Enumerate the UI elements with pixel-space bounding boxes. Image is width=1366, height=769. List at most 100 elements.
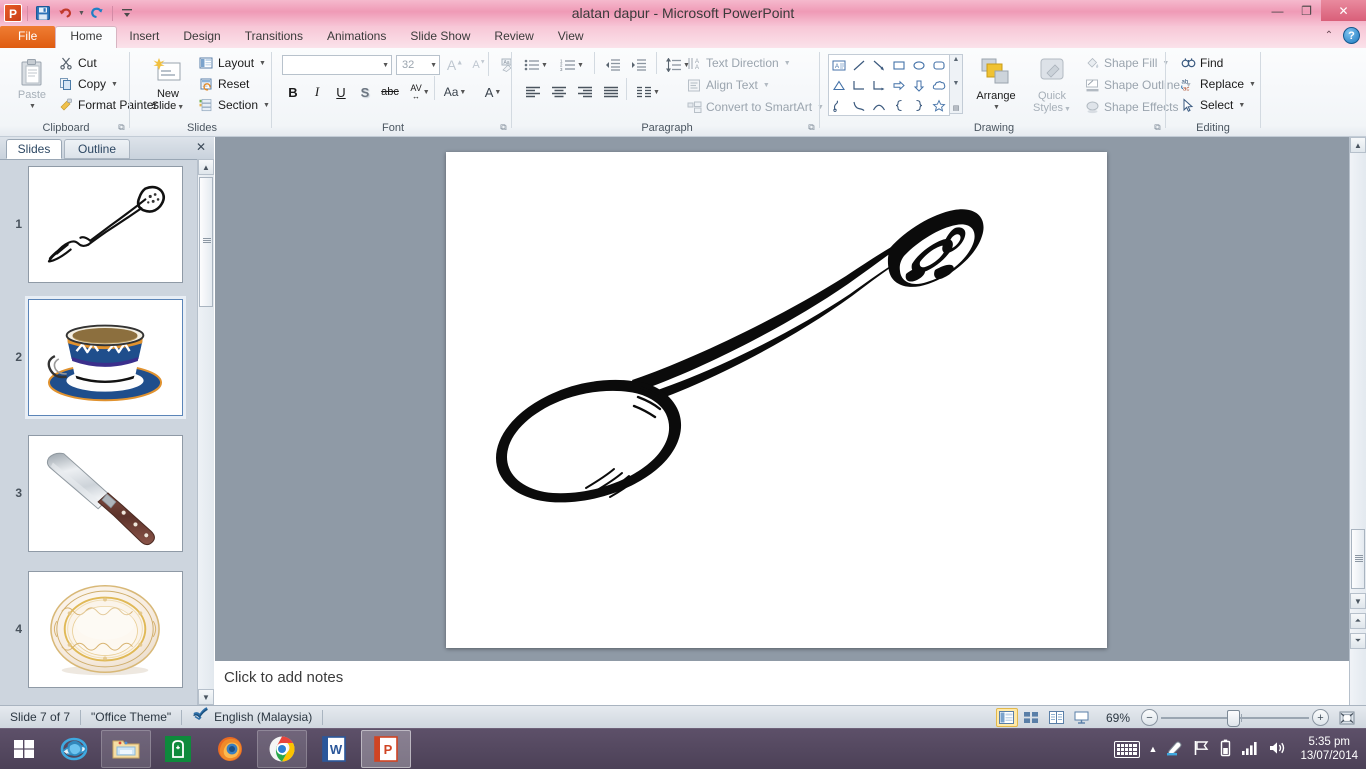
tab-slides[interactable]: Slides	[6, 139, 62, 159]
shape-arrow[interactable]	[869, 55, 889, 75]
slide-area-scrollbar[interactable]: ▲ ▼ ⏶ ⏷	[1349, 137, 1366, 705]
justify-button[interactable]	[600, 81, 622, 103]
shape-elbow-connector[interactable]	[849, 75, 869, 95]
character-spacing-button[interactable]: AV ↔ ▼	[405, 81, 435, 103]
tab-view[interactable]: View	[546, 26, 596, 48]
tab-file[interactable]: File	[0, 26, 56, 48]
save-icon[interactable]	[33, 4, 52, 23]
underline-button[interactable]: U	[330, 81, 352, 103]
change-case-button[interactable]: Aa ▼	[440, 81, 470, 103]
slide-thumbnail-4[interactable]: 4	[0, 561, 197, 697]
slide-thumbnail-image[interactable]	[25, 295, 186, 419]
thumb-scroll-down-button[interactable]: ▼	[198, 689, 214, 705]
select-button[interactable]: Select ▼	[1176, 96, 1249, 114]
undo-dropdown-caret[interactable]: ▼	[78, 10, 85, 17]
decrease-indent-button[interactable]	[602, 54, 624, 76]
shapes-grid[interactable]: A	[828, 54, 950, 116]
slides-pane-scrollbar[interactable]: ▲ ▼	[197, 159, 214, 705]
redo-icon[interactable]	[88, 4, 107, 23]
numbering-caret[interactable]: ▼	[577, 62, 584, 69]
font-size-caret[interactable]: ▼	[430, 62, 437, 69]
slide-thumbnail-list[interactable]: 1 2 3 4	[0, 159, 197, 705]
shape-curve[interactable]	[849, 95, 869, 115]
ink-icon[interactable]	[1166, 740, 1184, 759]
text-direction-caret[interactable]: ▼	[784, 60, 791, 67]
copy-button[interactable]: Copy ▼	[54, 75, 122, 93]
view-slide-show-button[interactable]	[1071, 708, 1093, 727]
zoom-level-label[interactable]: 69%	[1096, 711, 1138, 725]
arrange-caret[interactable]: ▼	[993, 102, 1000, 114]
flag-icon[interactable]	[1193, 740, 1210, 759]
section-button[interactable]: Section ▼	[194, 96, 274, 114]
align-center-button[interactable]	[548, 81, 570, 103]
taskbar-internet-explorer[interactable]	[49, 730, 99, 768]
increase-indent-button[interactable]	[628, 54, 650, 76]
new-slide-button[interactable]: New Slide▼	[142, 54, 194, 117]
gallery-expand-icon[interactable]: ▤	[953, 104, 960, 112]
strikethrough-button[interactable]: abc	[379, 81, 401, 103]
shape-arc[interactable]	[869, 95, 889, 115]
bold-button[interactable]: B	[282, 81, 304, 103]
collapse-ribbon-icon[interactable]: ⌃	[1321, 28, 1337, 44]
view-normal-button[interactable]	[995, 708, 1018, 727]
view-reading-button[interactable]	[1046, 708, 1068, 727]
cut-button[interactable]: Cut	[54, 54, 101, 72]
gallery-scroll-down-icon[interactable]: ▼	[953, 80, 960, 87]
notes-pane[interactable]: Click to add notes	[215, 660, 1350, 706]
minimize-button[interactable]: —	[1263, 0, 1292, 21]
shape-star[interactable]	[929, 95, 949, 115]
restore-button[interactable]: ❐	[1292, 0, 1321, 21]
thumb-scroll-thumb[interactable]	[199, 177, 213, 307]
character-spacing-caret[interactable]: ▼	[423, 89, 430, 96]
tab-design[interactable]: Design	[171, 26, 232, 48]
shape-rectangle[interactable]	[889, 55, 909, 75]
shape-cloud[interactable]	[929, 75, 949, 95]
shape-down-arrow[interactable]	[909, 75, 929, 95]
slide-thumbnail-image[interactable]	[28, 165, 183, 283]
close-pane-icon[interactable]: ✕	[194, 141, 208, 155]
zoom-slider[interactable]	[1161, 709, 1309, 727]
bullets-caret[interactable]: ▼	[541, 62, 548, 69]
zoom-slider-handle[interactable]	[1227, 709, 1240, 727]
tab-review[interactable]: Review	[482, 26, 545, 48]
font-name-combobox[interactable]: ▼	[282, 55, 392, 75]
quick-styles-caret[interactable]: ▼	[1064, 106, 1071, 113]
paragraph-dialog-launcher[interactable]: ⧉	[806, 122, 817, 133]
copy-dropdown-caret[interactable]: ▼	[111, 81, 118, 88]
shape-rounded-rectangle[interactable]	[929, 55, 949, 75]
shape-left-brace[interactable]	[889, 95, 909, 115]
shape-textbox[interactable]: A	[829, 55, 849, 75]
change-case-caret[interactable]: ▼	[459, 89, 466, 96]
clipboard-dialog-launcher[interactable]: ⧉	[116, 122, 127, 133]
layout-dropdown-caret[interactable]: ▼	[259, 60, 266, 67]
network-signal-icon[interactable]	[1241, 740, 1259, 759]
columns-button[interactable]: ▼	[634, 81, 662, 103]
font-color-caret[interactable]: ▼	[494, 89, 501, 96]
grow-font-button[interactable]: A▲	[444, 54, 466, 76]
font-color-button[interactable]: A ▼	[478, 81, 508, 103]
layout-button[interactable]: Layout ▼	[194, 54, 270, 72]
find-button[interactable]: Find	[1176, 54, 1227, 72]
taskbar-file-explorer[interactable]	[101, 730, 151, 768]
zoom-in-button[interactable]: +	[1312, 709, 1329, 726]
taskbar-powerpoint[interactable]: P	[361, 730, 411, 768]
align-right-button[interactable]	[574, 81, 596, 103]
shrink-font-button[interactable]: A▼	[468, 54, 490, 76]
font-size-combobox[interactable]: 32 ▼	[396, 55, 440, 75]
view-slide-sorter-button[interactable]	[1021, 708, 1043, 727]
align-text-caret[interactable]: ▼	[763, 82, 770, 89]
tab-home[interactable]: Home	[55, 26, 118, 48]
replace-caret[interactable]: ▼	[1249, 81, 1256, 88]
customize-icon[interactable]	[118, 4, 137, 23]
taskbar-store[interactable]	[153, 730, 203, 768]
align-text-button[interactable]: Align Text ▼	[682, 76, 774, 94]
slide-thumbnail-2[interactable]: 2	[0, 289, 197, 425]
slide-thumbnail-1[interactable]: 1	[0, 159, 197, 289]
shape-right-brace[interactable]	[909, 95, 929, 115]
theme-name[interactable]: "Office Theme"	[81, 706, 181, 729]
paste-button[interactable]: Paste ▼	[8, 54, 56, 116]
tab-animations[interactable]: Animations	[315, 26, 398, 48]
drawing-dialog-launcher[interactable]: ⧉	[1152, 122, 1163, 133]
shape-fill-button[interactable]: Shape Fill ▼	[1080, 54, 1173, 72]
shapes-gallery-scroll[interactable]: ▲ ▼ ▤	[950, 54, 963, 114]
